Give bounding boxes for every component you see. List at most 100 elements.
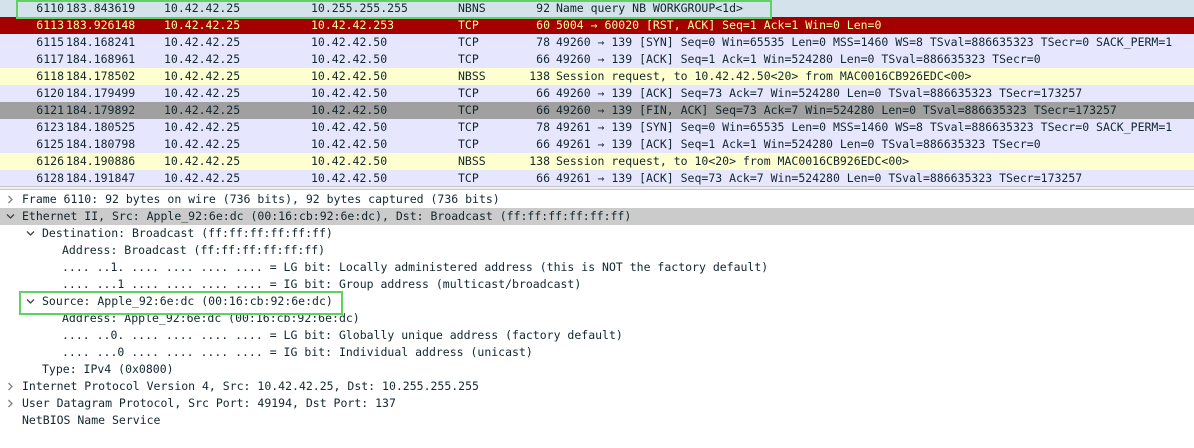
tree-node-label: .... ..0. .... .... .... .... = LG bit: … (62, 328, 623, 342)
tree-node-label: .... ..1. .... .... .... .... = LG bit: … (62, 260, 769, 274)
packet-row[interactable]: 6125 184.180798 10.42.42.25 10.42.42.50 TCP 6… (0, 136, 1194, 153)
packet-protocol: TCP (458, 103, 479, 117)
packet-number: 6120 (36, 86, 64, 100)
chevron-down-icon[interactable] (4, 208, 16, 225)
packet-time: 184.180525 (66, 120, 136, 134)
tree-node[interactable]: .... ..1. .... .... .... .... = LG bit: … (0, 259, 1194, 276)
packet-length: 66 (536, 52, 550, 66)
packet-number: 6125 (36, 137, 64, 151)
chevron-down-icon[interactable] (24, 225, 36, 242)
packet-source: 10.42.42.25 (164, 35, 241, 49)
tree-node[interactable]: User Datagram Protocol, Src Port: 49194,… (0, 395, 1194, 412)
packet-list-pane[interactable]: 6110 183.843619 10.42.42.25 10.255.255.255 N… (0, 0, 1194, 186)
packet-time: 184.191847 (66, 171, 136, 185)
packet-source: 10.42.42.25 (164, 171, 241, 185)
packet-protocol: TCP (458, 86, 479, 100)
packet-source: 10.42.42.25 (164, 52, 241, 66)
chevron-right-icon[interactable] (4, 191, 16, 208)
tree-node[interactable]: .... ...0 .... .... .... .... = IG bit: … (0, 344, 1194, 361)
tree-node-label: Frame 6110: 92 bytes on wire (736 bits),… (22, 192, 500, 206)
packet-length: 78 (536, 120, 550, 134)
packet-details-pane[interactable]: Frame 6110: 92 bytes on wire (736 bits),… (0, 191, 1194, 448)
tree-node-label: Ethernet II, Src: Apple_92:6e:dc (00:16:… (22, 209, 632, 223)
packet-destination: 10.42.42.253 (311, 18, 395, 32)
packet-length: 138 (529, 154, 550, 168)
packet-protocol: TCP (458, 52, 479, 66)
packet-length: 138 (529, 69, 550, 83)
packet-row[interactable]: 6115 184.168241 10.42.42.25 10.42.42.50 TCP 7… (0, 34, 1194, 51)
packet-info: 49261 → 139 [ACK] Seq=1 Ack=1 Win=524280… (556, 137, 1041, 151)
tree-node[interactable]: .... ..0. .... .... .... .... = LG bit: … (0, 327, 1194, 344)
packet-length: 66 (536, 103, 550, 117)
packet-row[interactable]: 6121 184.179892 10.42.42.25 10.42.42.50 TCP 6… (0, 102, 1194, 119)
packet-protocol: TCP (458, 18, 479, 32)
packet-row[interactable]: 6118 184.178502 10.42.42.25 10.42.42.50 NBSS… (0, 68, 1194, 85)
packet-protocol: TCP (458, 35, 479, 49)
packet-row[interactable]: 6110 183.843619 10.42.42.25 10.255.255.255 N… (0, 0, 1194, 17)
tree-node[interactable]: .... ...1 .... .... .... .... = IG bit: … (0, 276, 1194, 293)
tree-node-label: Address: Apple_92:6e:dc (00:16:cb:92:6e:… (62, 311, 360, 325)
chevron-right-icon[interactable] (4, 378, 16, 395)
tree-node[interactable]: Address: Apple_92:6e:dc (00:16:cb:92:6e:… (0, 310, 1194, 327)
packet-row[interactable]: 6123 184.180525 10.42.42.25 10.42.42.50 TCP 7… (0, 119, 1194, 136)
packet-number: 6123 (36, 120, 64, 134)
tree-node[interactable]: NetBIOS Name Service (0, 412, 1194, 429)
packet-info: 49261 → 139 [SYN] Seq=0 Win=65535 Len=0 … (556, 120, 1173, 134)
packet-length: 92 (536, 1, 550, 15)
packet-info: 49260 → 139 [ACK] Seq=73 Ack=7 Win=52428… (556, 86, 1083, 100)
packet-info: Name query NB WORKGROUP<1d> (556, 1, 743, 15)
packet-source: 10.42.42.25 (164, 154, 241, 168)
packet-row[interactable]: 6117 184.168961 10.42.42.25 10.42.42.50 TCP 6… (0, 51, 1194, 68)
packet-destination: 10.42.42.50 (311, 137, 388, 151)
packet-protocol: NBSS (458, 154, 486, 168)
chevron-down-icon[interactable] (24, 293, 36, 310)
packet-protocol: TCP (458, 171, 479, 185)
packet-destination: 10.42.42.50 (311, 154, 388, 168)
packet-time: 184.179499 (66, 86, 136, 100)
packet-time: 184.179892 (66, 103, 136, 117)
packet-destination: 10.255.255.255 (311, 1, 408, 15)
packet-protocol: TCP (458, 137, 479, 151)
packet-source: 10.42.42.25 (164, 1, 241, 15)
packet-protocol: NBSS (458, 69, 486, 83)
tree-node-label: .... ...0 .... .... .... .... = IG bit: … (62, 345, 533, 359)
tree-node[interactable]: Type: IPv4 (0x0800) (0, 361, 1194, 378)
packet-row[interactable]: 6113 183.926148 10.42.42.25 10.42.42.253 TCP… (0, 17, 1194, 34)
pane-splitter[interactable] (0, 186, 1194, 190)
packet-time: 183.843619 (66, 1, 136, 15)
packet-length: 66 (536, 137, 550, 151)
tree-node[interactable]: Ethernet II, Src: Apple_92:6e:dc (00:16:… (0, 208, 1194, 225)
packet-info: 5004 → 60020 [RST, ACK] Seq=1 Ack=1 Win=… (556, 18, 882, 32)
tree-node-label: Source: Apple_92:6e:dc (00:16:cb:92:6e:d… (42, 294, 333, 308)
packet-destination: 10.42.42.50 (311, 52, 388, 66)
packet-source: 10.42.42.25 (164, 86, 241, 100)
packet-destination: 10.42.42.50 (311, 69, 388, 83)
tree-node[interactable]: Destination: Broadcast (ff:ff:ff:ff:ff:f… (0, 225, 1194, 242)
tree-node[interactable]: Source: Apple_92:6e:dc (00:16:cb:92:6e:d… (0, 293, 1194, 310)
packet-row[interactable]: 6126 184.190886 10.42.42.25 10.42.42.50 NBSS… (0, 153, 1194, 170)
packet-number: 6126 (36, 154, 64, 168)
packet-protocol: NBNS (458, 1, 486, 15)
packet-length: 60 (536, 18, 550, 32)
packet-length: 66 (536, 86, 550, 100)
tree-node[interactable]: Internet Protocol Version 4, Src: 10.42.… (0, 378, 1194, 395)
packet-number: 6118 (36, 69, 64, 83)
packet-number: 6110 (36, 1, 64, 15)
packet-row[interactable]: 6128 184.191847 10.42.42.25 10.42.42.50 TCP 6… (0, 170, 1194, 186)
packet-time: 184.168961 (66, 52, 136, 66)
chevron-right-icon[interactable] (4, 395, 16, 412)
packet-destination: 10.42.42.50 (311, 103, 388, 117)
packet-info: 49260 → 139 [SYN] Seq=0 Win=65535 Len=0 … (556, 35, 1173, 49)
packet-destination: 10.42.42.50 (311, 35, 388, 49)
tree-node[interactable]: Address: Broadcast (ff:ff:ff:ff:ff:ff) (0, 242, 1194, 259)
tree-node-label: .... ...1 .... .... .... .... = IG bit: … (62, 277, 582, 291)
tree-node-label: Destination: Broadcast (ff:ff:ff:ff:ff:f… (42, 226, 333, 240)
tree-node-label: Internet Protocol Version 4, Src: 10.42.… (22, 379, 479, 393)
packet-source: 10.42.42.25 (164, 69, 241, 83)
packet-row[interactable]: 6120 184.179499 10.42.42.25 10.42.42.50 TCP 6… (0, 85, 1194, 102)
packet-source: 10.42.42.25 (164, 120, 241, 134)
packet-number: 6115 (36, 35, 64, 49)
packet-info: 49260 → 139 [ACK] Seq=1 Ack=1 Win=524280… (556, 52, 1041, 66)
packet-protocol: TCP (458, 120, 479, 134)
tree-node[interactable]: Frame 6110: 92 bytes on wire (736 bits),… (0, 191, 1194, 208)
